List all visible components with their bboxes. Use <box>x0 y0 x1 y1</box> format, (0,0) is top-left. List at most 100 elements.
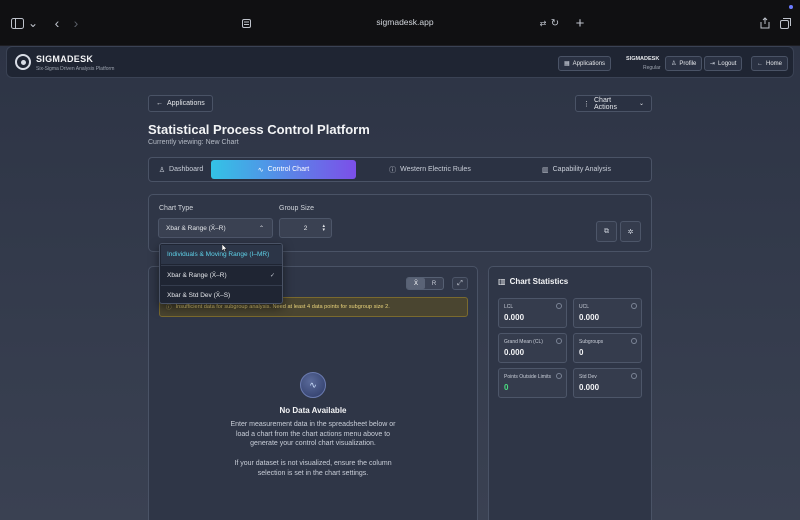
chevron-down-icon: ⌄ <box>638 101 644 107</box>
tabs-overview-icon[interactable] <box>777 15 793 31</box>
expand-icon[interactable]: ⤢ <box>452 277 468 290</box>
page-subtitle: Currently viewing: New Chart <box>148 139 239 146</box>
share-icon[interactable] <box>757 15 773 31</box>
logout-button-label: Logout <box>718 60 737 67</box>
info-icon[interactable] <box>556 338 562 344</box>
bar-chart-icon: ▥ <box>542 166 549 174</box>
option-label: Xbar & Std Dev (X̄–S) <box>167 291 231 299</box>
user-role: Regular <box>643 65 661 71</box>
option-label: Xbar & Range (X̄–R) <box>167 271 227 279</box>
toggle-range[interactable]: R <box>425 278 443 289</box>
logo-icon <box>15 54 31 70</box>
user-icon: ♙ <box>158 166 166 174</box>
applications-button-label: Applications <box>572 60 606 67</box>
chart-actions-button[interactable]: ⋮ Chart Actions ⌄ <box>575 95 652 112</box>
logout-icon: ⇥ <box>710 61 716 67</box>
grid-icon: ▦ <box>564 61 570 67</box>
stat-label: LCL <box>504 304 514 310</box>
stat-label: Subgroups <box>579 339 604 345</box>
option-label: Individuals & Moving Range (I–MR) <box>167 251 270 258</box>
info-icon[interactable] <box>556 303 562 309</box>
dropdown-option-xbar-s[interactable]: Xbar & Std Dev (X̄–S) <box>161 285 282 304</box>
warning-icon: ⓘ <box>166 305 172 311</box>
chevron-down-icon[interactable]: ⌄ <box>25 15 41 31</box>
chart-actions-label: Chart Actions <box>594 96 617 111</box>
stat-label: UCL <box>579 304 590 310</box>
url-text: sigmadesk.app <box>376 17 434 27</box>
chart-type-select[interactable]: Xbar & Range (X̄–R) ⌃ <box>158 218 273 238</box>
chart-statistics-title: ▥ Chart Statistics <box>498 277 568 286</box>
info-icon[interactable] <box>631 373 637 379</box>
gear-icon[interactable]: ✲ <box>620 221 641 242</box>
stat-std-dev: Std Dev 0.000 <box>573 368 642 398</box>
logout-button[interactable]: ⇥ Logout <box>704 56 743 71</box>
page-title: Statistical Process Control Platform <box>148 122 370 137</box>
brand-name: SIGMADESK <box>36 54 94 64</box>
stat-value: 0.000 <box>579 383 600 392</box>
bar-chart-icon: ▥ <box>498 277 506 286</box>
arrow-left-icon: ← <box>757 60 763 67</box>
stat-label: Std Dev <box>579 374 597 380</box>
alert-circle-icon: ⓘ <box>389 166 397 174</box>
back-to-applications-button[interactable]: ← Applications <box>148 95 213 112</box>
stat-points-outside-limits: Points Outside Limits 0 <box>498 368 567 398</box>
back-arrow-icon[interactable]: ‹ <box>49 15 65 31</box>
stats-title-text: Chart Statistics <box>509 277 569 286</box>
stat-value: 0.000 <box>579 313 600 322</box>
info-icon[interactable] <box>556 373 562 379</box>
stat-value: 0.000 <box>504 348 525 357</box>
tab-label: Control Chart <box>267 166 310 173</box>
stat-value: 0 <box>579 348 584 357</box>
brand-tagline: Six-Sigma Driven Analysis Platform <box>36 66 115 72</box>
group-size-stepper[interactable]: 2 ▴ ▾ <box>279 218 332 238</box>
tab-western-electric-rules[interactable]: ⓘ Western Electric Rules <box>356 160 504 179</box>
info-icon[interactable] <box>631 338 637 344</box>
check-icon: ✓ <box>269 272 275 279</box>
reload-icon[interactable]: ↻ <box>547 15 563 31</box>
chart-type-dropdown: Individuals & Moving Range (I–MR) Xbar &… <box>159 243 283 304</box>
tab-dashboard[interactable]: ♙ Dashboard <box>151 160 211 179</box>
stat-grand-mean: Grand Mean (CL) 0.000 <box>498 333 567 363</box>
more-vertical-icon: ⋮ <box>583 100 590 108</box>
home-button-label: Home <box>766 60 783 67</box>
tab-bar: ♙ Dashboard ∿ Control Chart ⓘ Western El… <box>148 157 652 182</box>
address-bar[interactable]: sigmadesk.app <box>240 12 570 32</box>
chart-view-toggle[interactable]: X̄ R <box>406 277 444 290</box>
stat-subgroups: Subgroups 0 <box>573 333 642 363</box>
app-body: SIGMADESK Six-Sigma Driven Analysis Plat… <box>0 46 800 520</box>
stat-label: Points Outside Limits <box>504 374 551 380</box>
no-data-hint: If your dataset is not visualized, ensur… <box>234 460 392 477</box>
warning-text: Insufficient data for subgroup analysis.… <box>175 304 390 310</box>
stat-ucl: UCL 0.000 <box>573 298 642 328</box>
arrow-left-icon: ← <box>156 100 163 107</box>
group-size-label: Group Size <box>279 205 315 212</box>
profile-button-label: Profile <box>679 60 697 67</box>
mouse-cursor-icon <box>222 244 227 252</box>
no-data-title: No Data Available <box>279 406 347 415</box>
activity-icon: ∿ <box>300 372 326 398</box>
tab-label: Western Electric Rules <box>400 166 471 173</box>
group-size-value: 2 <box>303 224 308 232</box>
tab-label: Dashboard <box>169 166 204 173</box>
stat-value: 0.000 <box>504 313 525 322</box>
applications-button[interactable]: ▦ Applications <box>558 56 612 71</box>
info-icon[interactable] <box>631 303 637 309</box>
back-button-label: Applications <box>167 100 205 107</box>
notification-dot <box>789 5 793 9</box>
toggle-xbar[interactable]: X̄ <box>407 278 425 289</box>
new-tab-icon[interactable]: + <box>572 15 588 32</box>
tab-capability-analysis[interactable]: ▥ Capability Analysis <box>504 160 649 179</box>
stat-label: Grand Mean (CL) <box>504 339 543 345</box>
forward-arrow-icon[interactable]: › <box>68 15 84 31</box>
sidebar-toggle-icon[interactable] <box>9 15 25 31</box>
copy-icon[interactable]: ⧉ <box>596 221 617 242</box>
chart-type-label: Chart Type <box>159 205 194 212</box>
activity-icon: ∿ <box>257 166 264 174</box>
browser-toolbar: ⌄ ‹ › sigmadesk.app ⇄ ↻ + <box>0 0 800 46</box>
profile-button[interactable]: ♙ Profile <box>665 56 703 71</box>
app-header: SIGMADESK Six-Sigma Driven Analysis Plat… <box>6 46 794 78</box>
home-button[interactable]: ← Home <box>751 56 789 71</box>
stepper-arrows-icon[interactable]: ▴ ▾ <box>322 224 325 233</box>
tab-control-chart[interactable]: ∿ Control Chart <box>211 160 356 179</box>
dropdown-option-xbar-r[interactable]: Xbar & Range (X̄–R) ✓ <box>161 265 282 284</box>
